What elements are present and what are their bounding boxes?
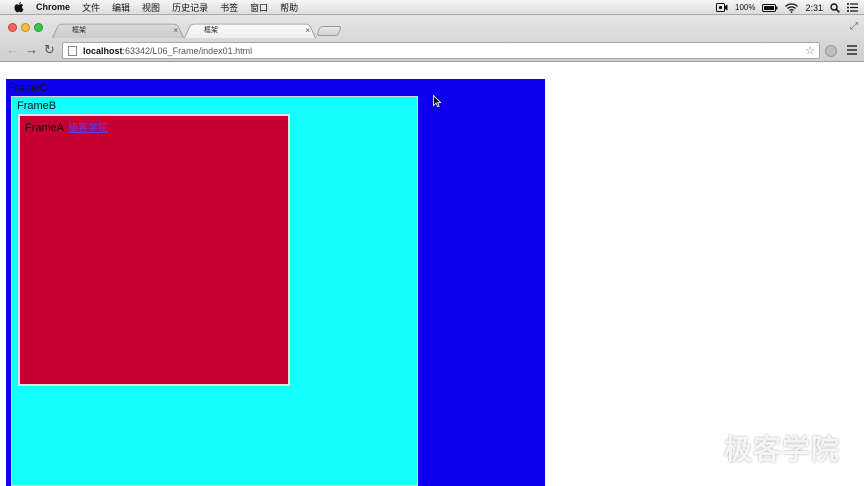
menu-app-name[interactable]: Chrome — [36, 2, 70, 12]
chrome-menu-icon[interactable] — [847, 45, 857, 57]
tab-2[interactable]: 框架 × — [184, 22, 316, 38]
mouse-cursor-icon — [433, 94, 442, 112]
frame-c-label: FrameC — [8, 82, 48, 94]
extension-icon[interactable] — [825, 45, 837, 57]
frame-a: FrameA 极客学院 — [18, 114, 290, 386]
frame-a-label: FrameA — [25, 122, 65, 134]
mac-menu-bar: Chrome 文件 编辑 视图 历史记录 书签 窗口 帮助 100% 2:31 — [0, 0, 864, 15]
page-viewport: FrameC FrameB FrameA 极客学院 极客学院 — [0, 63, 864, 486]
address-host: localhost — [83, 45, 123, 56]
menu-help[interactable]: 帮助 — [280, 1, 298, 14]
tab-1-close-icon[interactable]: × — [173, 26, 178, 35]
forward-arrow-icon[interactable]: → — [25, 43, 38, 57]
tab-2-title: 框架 — [204, 27, 218, 34]
tab-1[interactable]: 框架 × — [52, 22, 184, 38]
new-tab-button[interactable] — [316, 26, 342, 36]
address-bar[interactable]: localhost :63342/L06_Frame/index01.html … — [62, 42, 820, 59]
screen-record-icon[interactable] — [716, 3, 728, 12]
battery-icon[interactable] — [762, 3, 778, 12]
spotlight-search-icon[interactable] — [830, 2, 840, 13]
wifi-icon[interactable] — [785, 2, 799, 13]
menu-file[interactable]: 文件 — [82, 1, 100, 14]
notification-center-icon[interactable] — [847, 3, 858, 12]
menu-view[interactable]: 视图 — [142, 1, 160, 14]
minimize-window-button[interactable] — [21, 23, 30, 32]
browser-toolbar: ← → ↻ localhost :63342/L06_Frame/index01… — [0, 40, 864, 62]
battery-percent: 100% — [735, 3, 756, 12]
tab-1-title: 框架 — [72, 27, 86, 34]
zoom-window-button[interactable] — [34, 23, 43, 32]
browser-chrome: 框架 × 框架 × ⤢ ← → ↻ localhost :63342/L06_F… — [0, 15, 864, 62]
menu-edit[interactable]: 编辑 — [112, 1, 130, 14]
page-icon — [68, 45, 77, 56]
menu-window[interactable]: 窗口 — [250, 1, 268, 14]
fullscreen-icon[interactable]: ⤢ — [850, 21, 858, 32]
frame-a-label-row: FrameA 极客学院 — [25, 119, 108, 134]
back-arrow-icon[interactable]: ← — [6, 43, 19, 57]
tab-2-close-icon[interactable]: × — [305, 26, 310, 35]
menu-bookmarks[interactable]: 书签 — [220, 1, 238, 14]
reload-icon[interactable]: ↻ — [44, 43, 55, 57]
frame-a-link[interactable]: 极客学院 — [68, 123, 108, 134]
close-window-button[interactable] — [8, 23, 17, 32]
address-path: :63342/L06_Frame/index01.html — [122, 45, 253, 56]
watermark-logo: 极客学院 — [723, 434, 840, 465]
bookmark-star-icon[interactable]: ☆ — [805, 44, 815, 57]
apple-logo-icon[interactable] — [12, 1, 26, 13]
menubar-clock[interactable]: 2:31 — [805, 3, 823, 13]
menu-history[interactable]: 历史记录 — [172, 1, 208, 14]
window-controls — [8, 23, 43, 32]
frame-b-label: FrameB — [17, 100, 57, 112]
